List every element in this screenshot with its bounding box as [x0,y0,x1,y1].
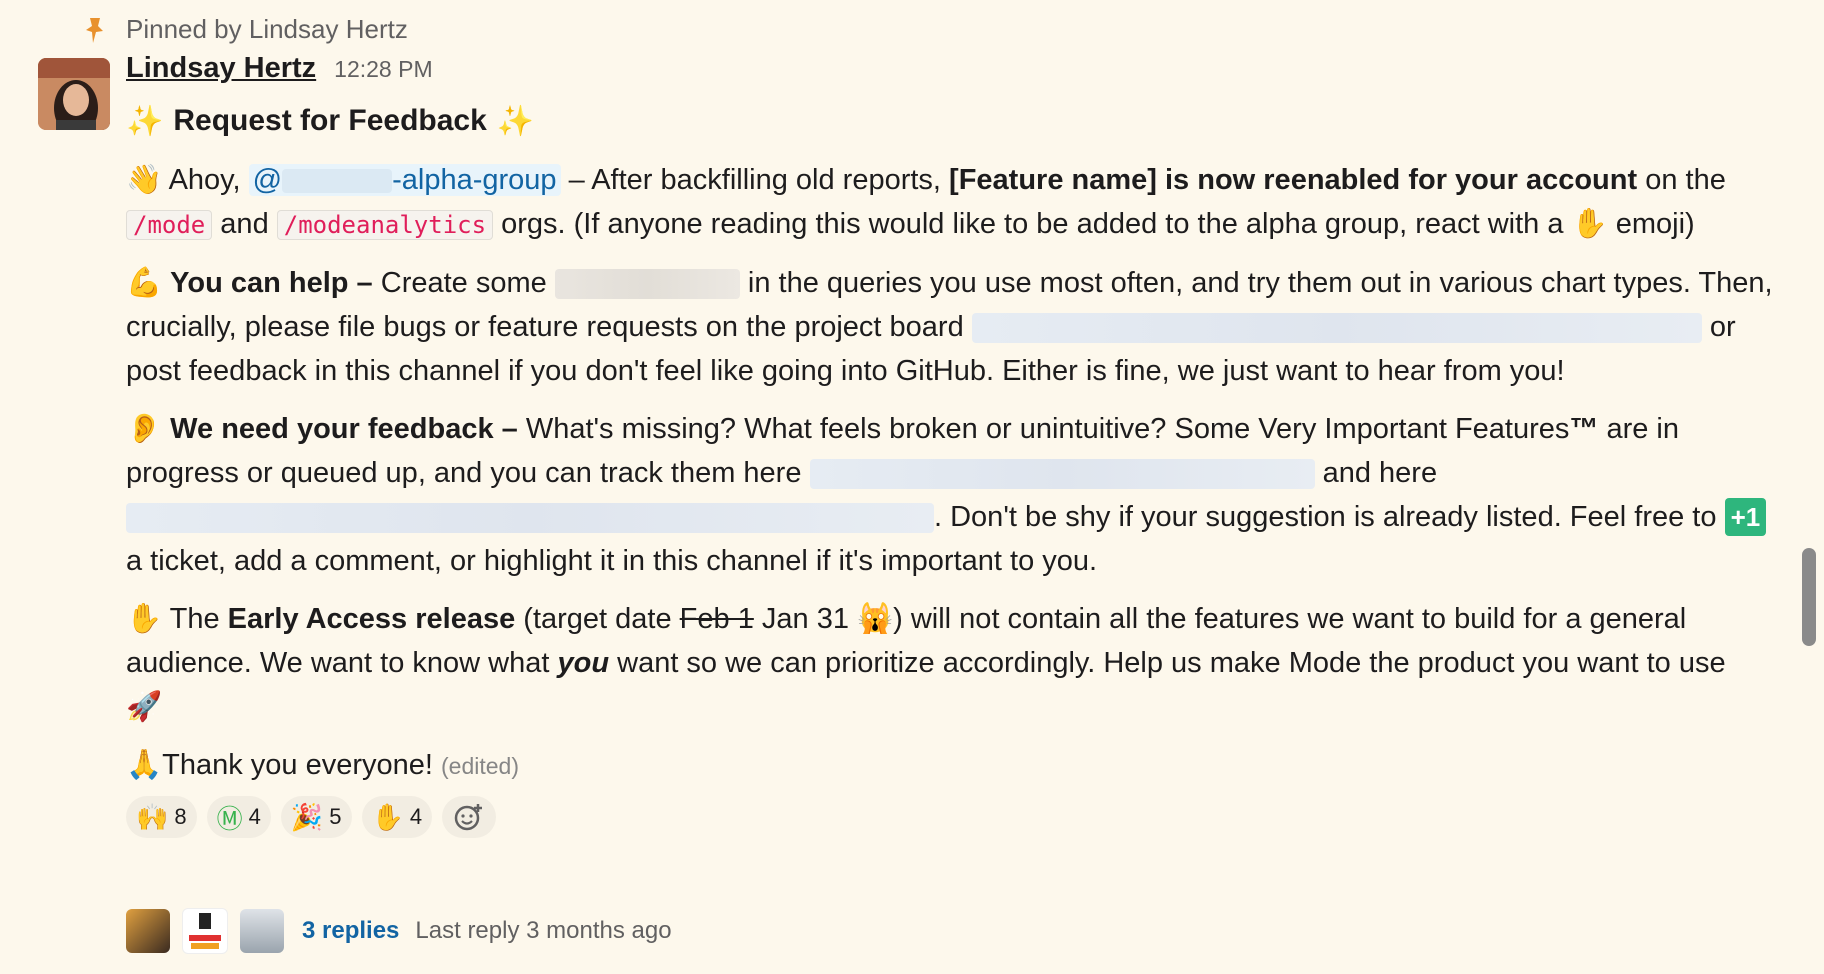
author-name[interactable]: Lindsay Hertz [126,52,316,85]
reactions-bar: 🙌 8 Ⓜ 4 🎉 5 ✋ 4 [126,796,1776,838]
reaction-mode-logo[interactable]: Ⓜ 4 [206,796,271,838]
thanks-text: Thank you everyone! [162,749,433,781]
message-title: ✨ Request for Feedback ✨ [126,98,1776,144]
folded-hands-icon: 🙏 [126,749,163,781]
wave-icon: 👋 [126,164,163,196]
trademark-symbol: ™ [1569,413,1599,445]
early-access-bold: Early Access release [227,603,516,635]
code-modeanalytics: /modeanalytics [276,210,494,240]
paragraph-ahoy: 👋 Ahoy, @ -alpha-group – After backfillin… [126,164,1726,240]
sparkles-icon: ✨ [126,104,164,138]
add-reaction-button[interactable] [442,796,497,838]
group-mention[interactable]: @ -alpha-group [248,164,561,196]
edited-label: (edited) [441,753,519,779]
reaction-count: 5 [329,804,342,829]
flexed-biceps-icon: 💪 [126,267,163,299]
reply-avatar [240,909,284,953]
redacted-group-name [282,169,393,194]
replies-link[interactable]: 3 replies [302,917,399,945]
need-feedback-bold: We need your feedback – [170,413,518,445]
keep-distance-avatar-image [189,913,221,949]
raised-hand-icon: ✋ [126,603,163,635]
ear-icon: 👂 [126,413,163,445]
redacted-project-board-link[interactable] [971,313,1702,344]
avatar-image [38,58,110,130]
add-reaction-icon [454,804,483,831]
paragraph-early-access: ✋ The Early Access release (target date … [126,603,1726,723]
author-avatar[interactable] [38,58,110,130]
pinned-label: Pinned by Lindsay Hertz [126,14,408,44]
redacted-tracking-link-2[interactable] [126,503,934,534]
scrollbar-thumb[interactable] [1802,548,1816,646]
reaction-count: 4 [409,804,423,829]
raised-hand-icon: ✋ [371,801,404,832]
last-reply-time: Last reply 3 months ago [415,917,672,944]
redacted-text [554,269,740,300]
old-date-strike: Feb 1 [679,603,754,635]
raised-hand-icon: ✋ [1571,208,1608,240]
sparkles-icon: ✨ [496,104,535,138]
you-can-help-bold: You can help – [170,267,373,299]
greeting: Ahoy, [168,164,241,196]
reply-avatar [182,908,228,954]
paragraph-you-can-help: 💪 You can help – Create some in the quer… [126,267,1773,387]
message: Lindsay Hertz 12:28 PM ✨ Request for Fee… [126,52,1776,838]
code-mode: /mode [126,210,213,240]
pinned-indicator: Pinned by Lindsay Hertz [84,14,408,45]
scream-cat-icon: 🙀 [857,603,894,635]
mode-logo-icon: Ⓜ [216,803,243,834]
reaction-count: 8 [174,804,187,829]
message-header: Lindsay Hertz 12:28 PM [126,52,1776,98]
party-popper-icon: 🎉 [290,801,324,832]
paragraph-thanks: 🙏Thank you everyone! (edited) [126,743,1776,788]
you-italic: you [557,647,610,679]
reaction-raised-hands[interactable]: 🙌 8 [126,796,197,838]
reaction-tada[interactable]: 🎉 5 [280,796,352,838]
reaction-count: 4 [248,804,261,829]
rocket-icon: 🚀 [126,691,163,723]
feature-enabled-bold: [Feature name] is now reenabled for your… [949,164,1638,196]
pin-icon [86,17,103,43]
redacted-tracking-link-1[interactable] [809,459,1315,490]
thread-summary[interactable]: 3 replies Last reply 3 months ago [126,908,672,954]
timestamp[interactable]: 12:28 PM [334,56,432,83]
raised-hands-icon: 🙌 [136,801,169,832]
reaction-raised-hand[interactable]: ✋ 4 [361,796,433,838]
title-text: Request for Feedback [173,104,487,137]
plus-one-emoji: +1 [1724,498,1767,536]
paragraph-feedback: 👂 We need your feedback – What's missing… [126,407,1776,583]
reply-avatar [126,909,170,953]
